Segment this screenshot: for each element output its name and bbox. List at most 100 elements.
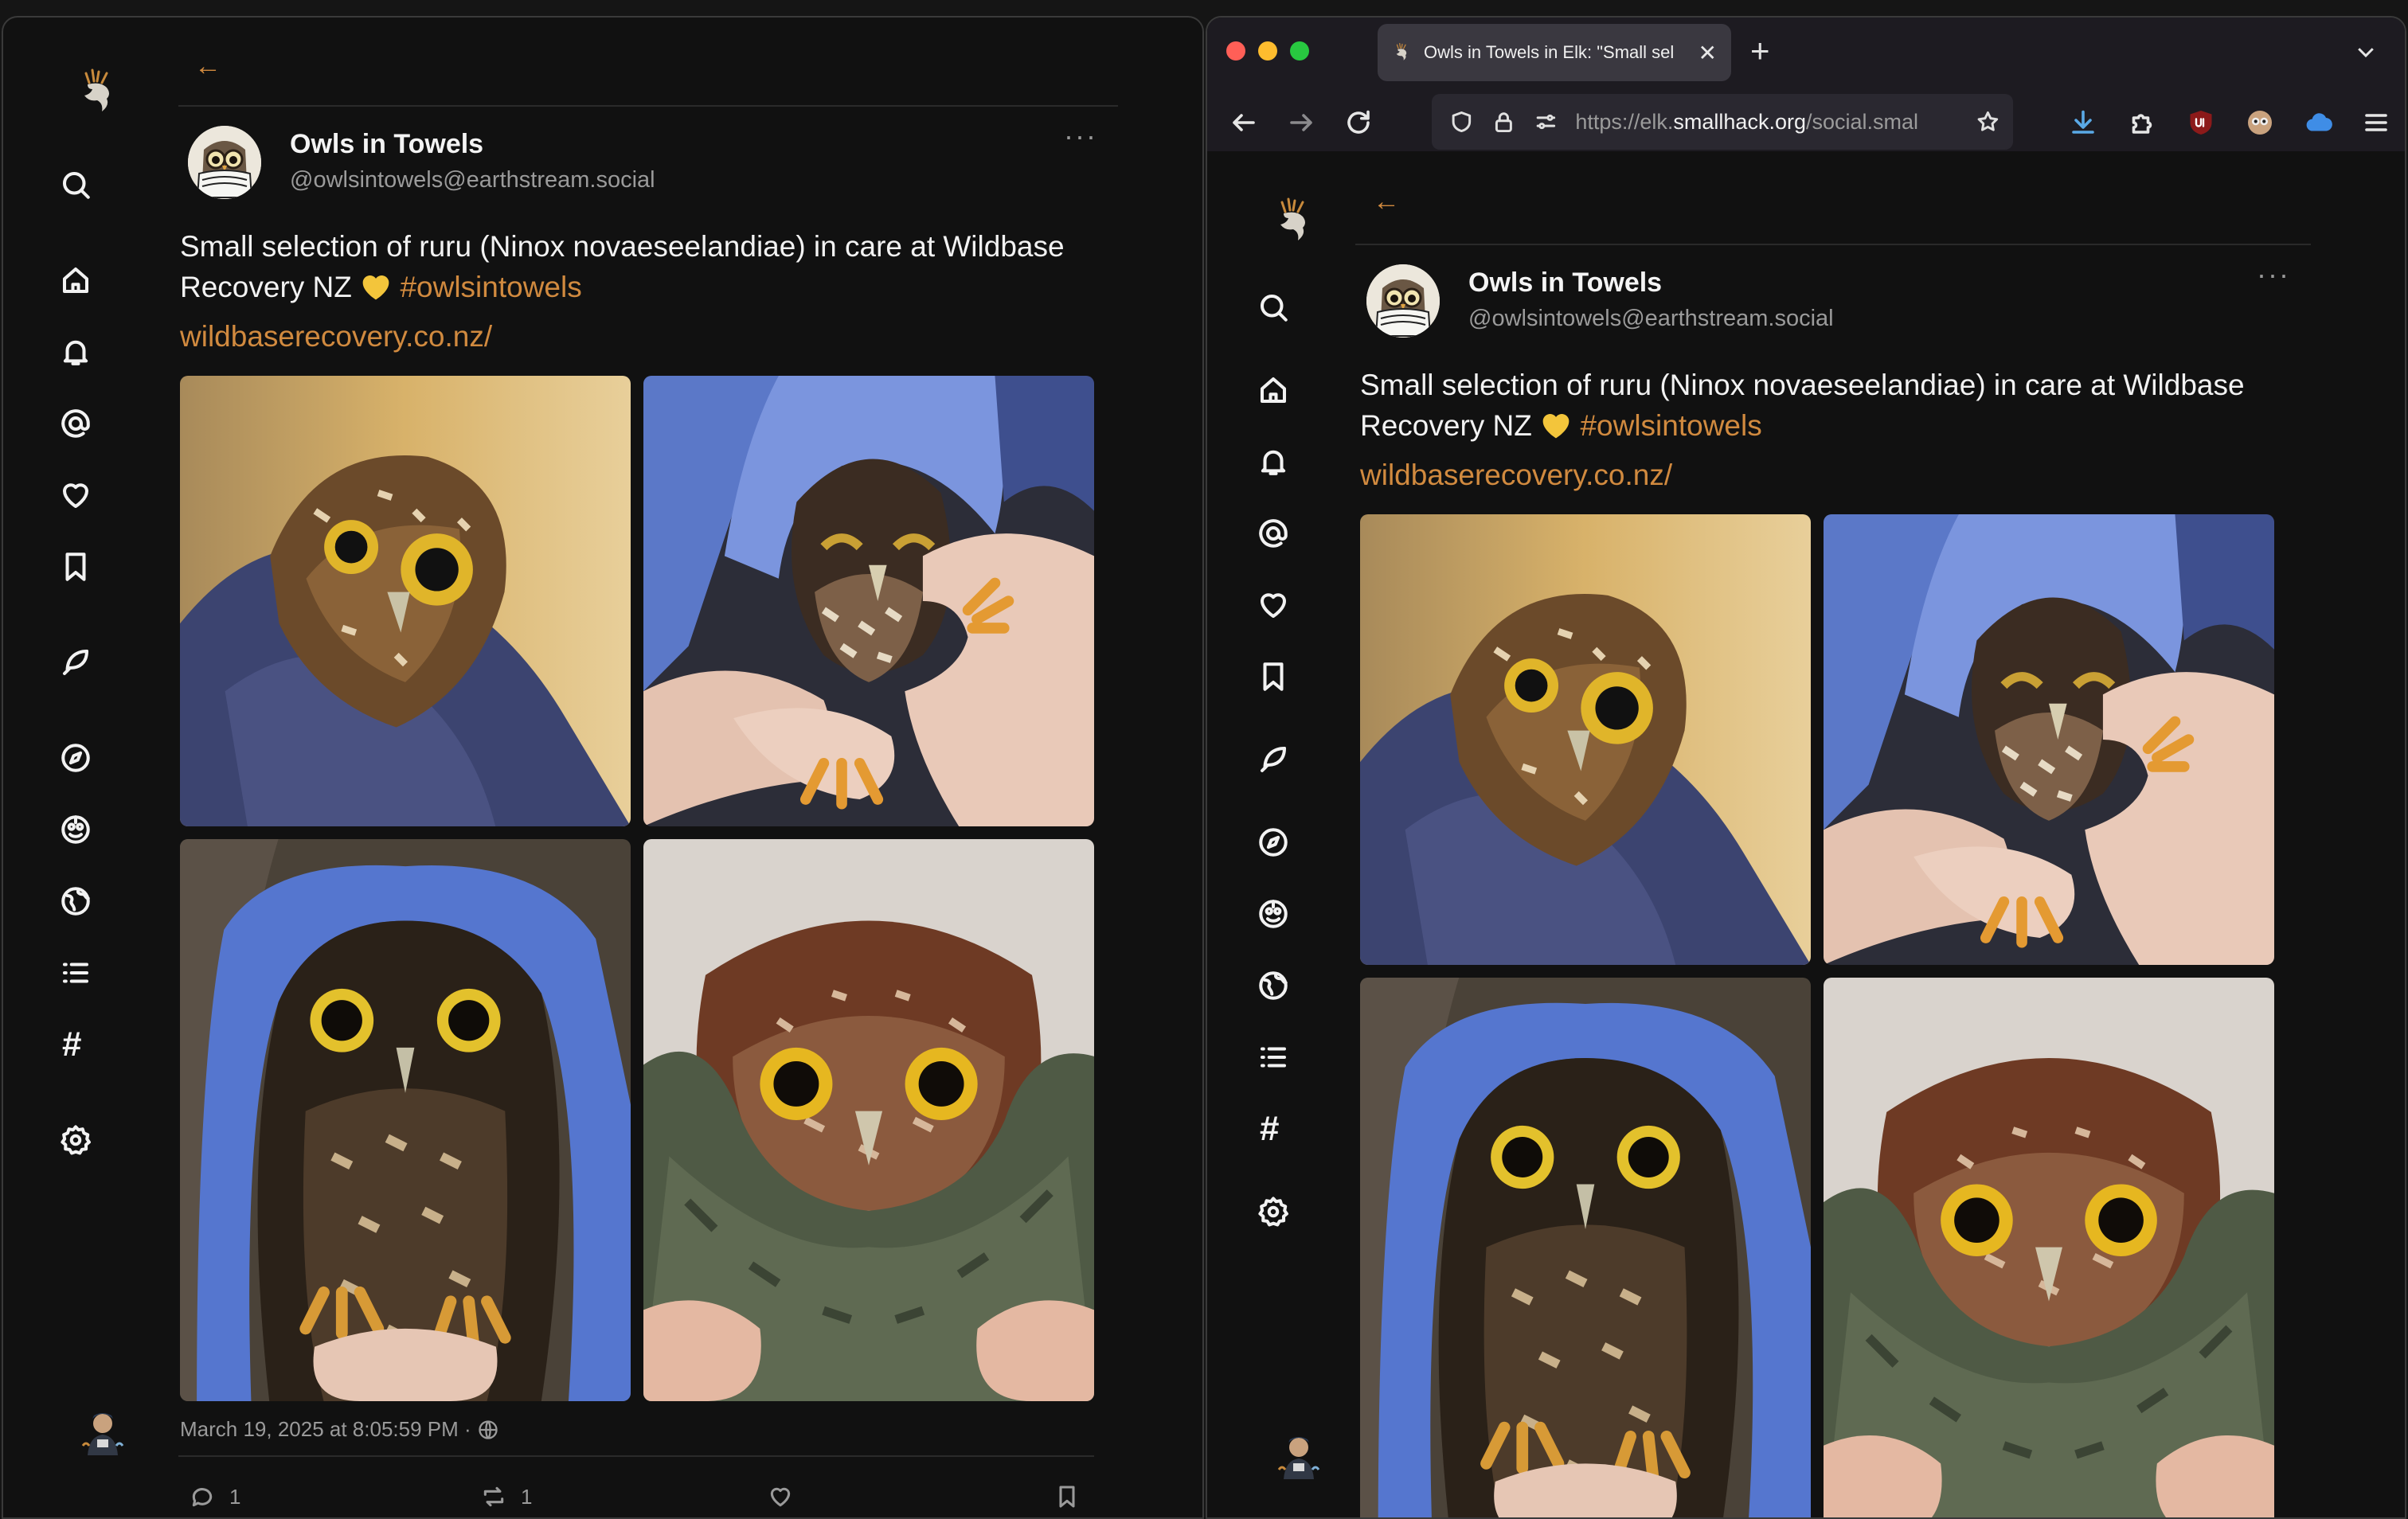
elk-app-window: # ← Owls in Towels @owlsintowels@earthst… — [2, 16, 1204, 1519]
heart-icon — [768, 1484, 793, 1509]
favourite-button[interactable] — [768, 1484, 793, 1509]
media-image-4[interactable] — [1824, 978, 2274, 1519]
back-arrow-icon[interactable]: ← — [1373, 186, 1400, 217]
lock-icon[interactable] — [1491, 109, 1516, 135]
home-icon — [59, 264, 92, 297]
hashtag-link[interactable]: #owlsintowels — [1580, 409, 1761, 442]
forward-button[interactable] — [1284, 105, 1319, 140]
nav-bookmarks[interactable] — [1257, 651, 1346, 702]
author-name[interactable]: Owls in Towels — [290, 129, 483, 160]
url-bar[interactable]: https://elk.smallhack.org/social.smal — [1432, 94, 2013, 150]
nav-compose[interactable] — [59, 637, 148, 688]
reload-icon — [1347, 110, 1370, 134]
nav-home[interactable] — [1257, 365, 1346, 416]
local-timeline-icon — [1257, 897, 1290, 931]
media-image-3[interactable] — [180, 839, 631, 1401]
downloads-button[interactable] — [2066, 105, 2101, 140]
nav-lists[interactable] — [1257, 1032, 1346, 1083]
media-image-3[interactable] — [1360, 978, 1811, 1519]
nav-notifications[interactable] — [1257, 436, 1346, 487]
post-content: Small selection of ruru (Ninox novaeseel… — [1360, 369, 2245, 442]
external-link[interactable]: wildbaserecovery.co.nz/ — [180, 320, 492, 353]
post-timestamp[interactable]: March 19, 2025 at 8:05:59 PM · — [180, 1417, 499, 1442]
nav-federated[interactable] — [59, 876, 148, 927]
zoom-window-button[interactable] — [1290, 41, 1309, 61]
nav-hashtags[interactable]: # — [1257, 1103, 1346, 1154]
nav-home[interactable] — [59, 255, 148, 306]
media-image-4[interactable] — [643, 839, 1094, 1401]
list-icon — [1257, 1041, 1290, 1074]
media-image-1[interactable] — [180, 376, 631, 826]
cloud-sync-button[interactable] — [2301, 105, 2336, 140]
nav-settings[interactable] — [1257, 1186, 1346, 1237]
minimize-window-button[interactable] — [1258, 41, 1277, 61]
gear-icon — [1257, 1195, 1290, 1228]
back-button[interactable] — [1226, 105, 1261, 140]
menu-button[interactable] — [2359, 105, 2394, 140]
media-image-2[interactable] — [643, 376, 1094, 826]
elk-logo[interactable] — [75, 67, 123, 118]
hashtag-icon: # — [62, 1025, 82, 1064]
nav-search[interactable] — [1257, 282, 1346, 333]
nav-notifications[interactable] — [59, 326, 148, 377]
reload-button[interactable] — [1341, 105, 1376, 140]
new-tab-button[interactable]: + — [1750, 32, 1770, 70]
nav-settings[interactable] — [59, 1115, 148, 1166]
nav-favourites[interactable] — [59, 470, 148, 521]
ublock-button[interactable] — [2183, 105, 2218, 140]
media-image-1[interactable] — [1360, 514, 1811, 965]
author-name[interactable]: Owls in Towels — [1468, 267, 1662, 299]
owl-photo — [643, 376, 1094, 826]
star-icon[interactable] — [1976, 109, 2000, 135]
nav-bookmarks[interactable] — [59, 541, 148, 592]
puzzle-icon — [2132, 114, 2152, 134]
hamburger-menu-icon — [2365, 114, 2387, 131]
author-avatar[interactable] — [1366, 264, 1440, 338]
chevron-down-icon[interactable] — [2354, 40, 2378, 64]
nav-federated[interactable] — [1257, 960, 1346, 1011]
user-avatar[interactable] — [1271, 1430, 1327, 1486]
header-divider — [178, 105, 1118, 107]
user-avatar[interactable] — [75, 1406, 131, 1462]
feather-icon — [59, 646, 92, 679]
close-window-button[interactable] — [1226, 41, 1245, 61]
tab-active[interactable]: Owls in Towels in Elk: "Small sel ✕ — [1378, 24, 1731, 81]
shield-icon[interactable] — [1449, 109, 1474, 135]
reply-button[interactable]: 1 — [190, 1484, 240, 1509]
nav-local[interactable] — [59, 804, 148, 855]
author-handle[interactable]: @owlsintowels@earthstream.social — [1468, 306, 1834, 332]
tab-close-icon[interactable]: ✕ — [1698, 40, 1717, 66]
nav-favourites[interactable] — [1257, 580, 1346, 631]
nav-mentions[interactable] — [59, 398, 148, 449]
url-text[interactable]: https://elk.smallhack.org/social.smal — [1575, 110, 1958, 135]
hashtag-icon: # — [1260, 1109, 1280, 1148]
nav-explore[interactable] — [59, 732, 148, 783]
local-timeline-icon — [59, 813, 92, 846]
back-arrow-icon[interactable]: ← — [194, 51, 221, 82]
bookmark-button[interactable] — [1054, 1484, 1080, 1509]
elk-logo[interactable] — [1271, 196, 1319, 247]
gear-icon — [59, 1123, 92, 1157]
nav-mentions[interactable] — [1257, 508, 1346, 559]
boost-button[interactable]: 1 — [481, 1484, 532, 1509]
nav-compose[interactable] — [1257, 734, 1346, 785]
more-options-button[interactable]: ··· — [2257, 258, 2290, 291]
extension-owl-button[interactable] — [2242, 105, 2277, 140]
browser-window: Owls in Towels in Elk: "Small sel ✕ + ht… — [1206, 16, 2406, 1519]
feather-icon — [1257, 743, 1290, 776]
extensions-button[interactable] — [2125, 105, 2160, 140]
nav-local[interactable] — [1257, 888, 1346, 939]
nav-lists[interactable] — [59, 947, 148, 998]
bookmark-icon — [59, 550, 92, 584]
nav-hashtags[interactable]: # — [59, 1019, 148, 1070]
external-link[interactable]: wildbaserecovery.co.nz/ — [1360, 459, 1672, 492]
hashtag-link[interactable]: #owlsintowels — [400, 271, 581, 303]
author-handle[interactable]: @owlsintowels@earthstream.social — [290, 167, 655, 193]
nav-search[interactable] — [59, 159, 148, 210]
media-image-2[interactable] — [1824, 514, 2274, 965]
permissions-icon[interactable] — [1534, 109, 1558, 135]
more-options-button[interactable]: ··· — [1064, 119, 1097, 153]
bell-icon — [59, 335, 92, 369]
nav-explore[interactable] — [1257, 817, 1346, 868]
author-avatar[interactable] — [188, 126, 261, 199]
